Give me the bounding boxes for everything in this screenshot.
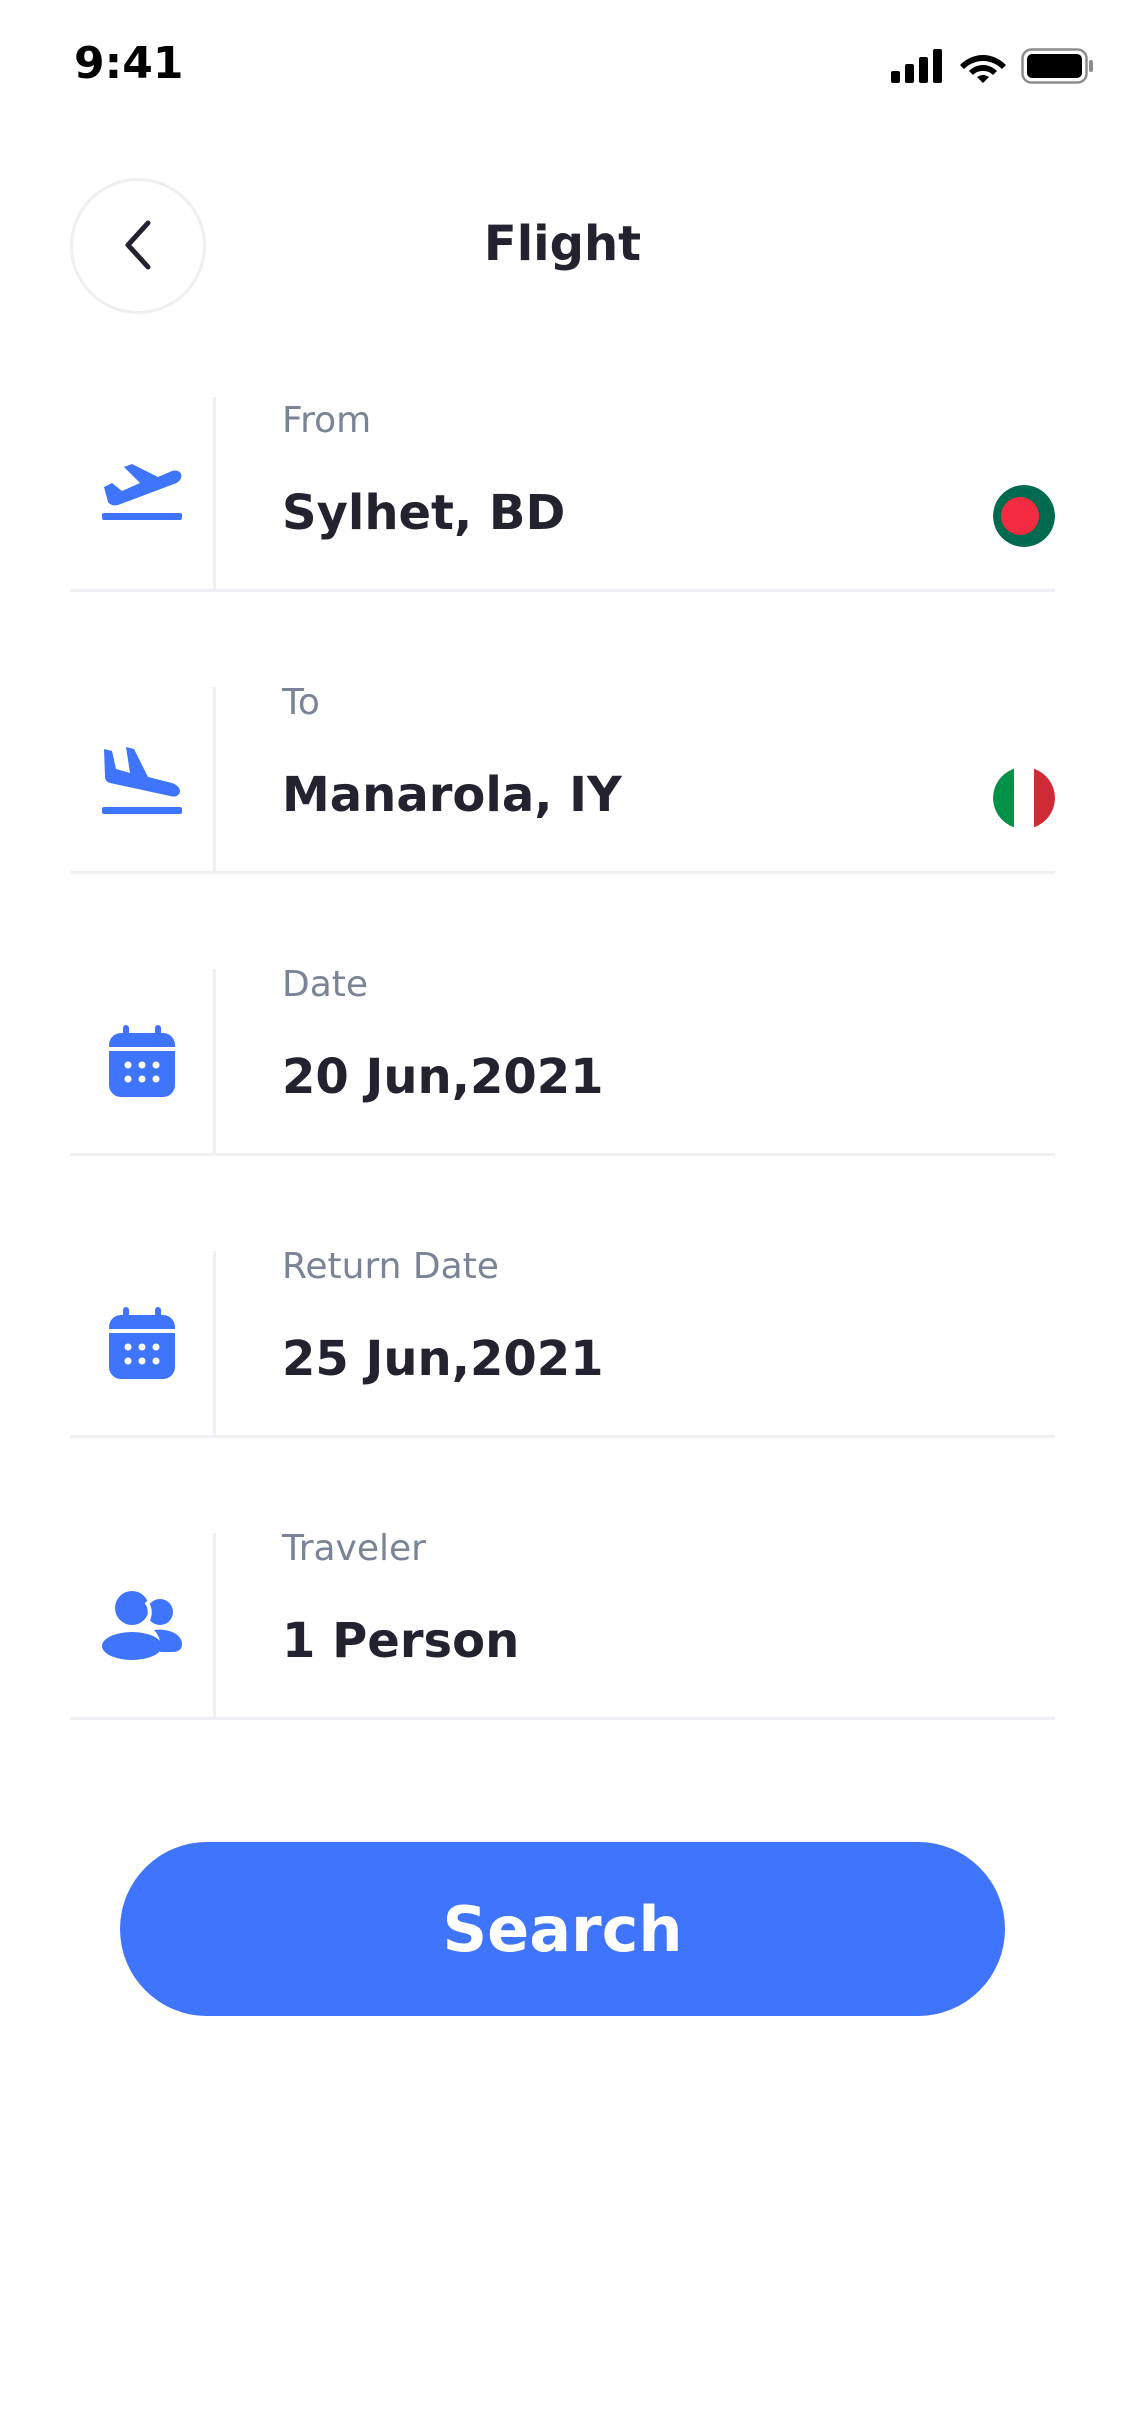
signal-icon — [891, 49, 945, 87]
calendar-icon — [108, 1024, 175, 1101]
traveler-icon-cell — [70, 1533, 216, 1720]
traveler-value: 1 Person — [282, 1613, 520, 1669]
to-field[interactable]: To Manarola, IY — [70, 592, 1055, 874]
date-value: 20 Jun,2021 — [282, 1049, 604, 1105]
from-label: From — [282, 400, 372, 441]
page-title: Flight — [483, 216, 642, 272]
from-value: Sylhet, BD — [282, 485, 566, 541]
status-icons — [891, 48, 1095, 88]
traveler-label: Traveler — [282, 1528, 426, 1569]
to-icon-cell — [70, 687, 216, 874]
from-icon-cell — [70, 397, 216, 589]
wifi-icon — [959, 49, 1007, 87]
to-value: Manarola, IY — [282, 767, 622, 823]
italy-flag — [993, 767, 1055, 829]
date-label: Date — [282, 964, 369, 1005]
status-time: 9:41 — [74, 38, 184, 89]
return-date-label: Return Date — [282, 1246, 499, 1287]
people-icon — [101, 1590, 182, 1664]
status-bar: 9:41 — [0, 0, 1125, 140]
flight-form: From Sylhet, BD To Manarola, IY Date 20 … — [70, 397, 1055, 1720]
search-button[interactable]: Search — [120, 1842, 1005, 2016]
to-label: To — [282, 682, 320, 723]
return-date-icon-cell — [70, 1251, 216, 1438]
date-icon-cell — [70, 969, 216, 1156]
return-date-field[interactable]: Return Date 25 Jun,2021 — [70, 1156, 1055, 1438]
battery-icon — [1021, 48, 1095, 88]
date-field[interactable]: Date 20 Jun,2021 — [70, 874, 1055, 1156]
landing-icon — [100, 743, 184, 819]
from-field[interactable]: From Sylhet, BD — [70, 397, 1055, 592]
header: Flight — [0, 170, 1125, 314]
calendar-icon — [108, 1306, 175, 1383]
takeoff-icon — [100, 461, 184, 525]
traveler-field[interactable]: Traveler 1 Person — [70, 1438, 1055, 1720]
return-date-value: 25 Jun,2021 — [282, 1331, 604, 1387]
bangladesh-flag — [993, 485, 1055, 547]
